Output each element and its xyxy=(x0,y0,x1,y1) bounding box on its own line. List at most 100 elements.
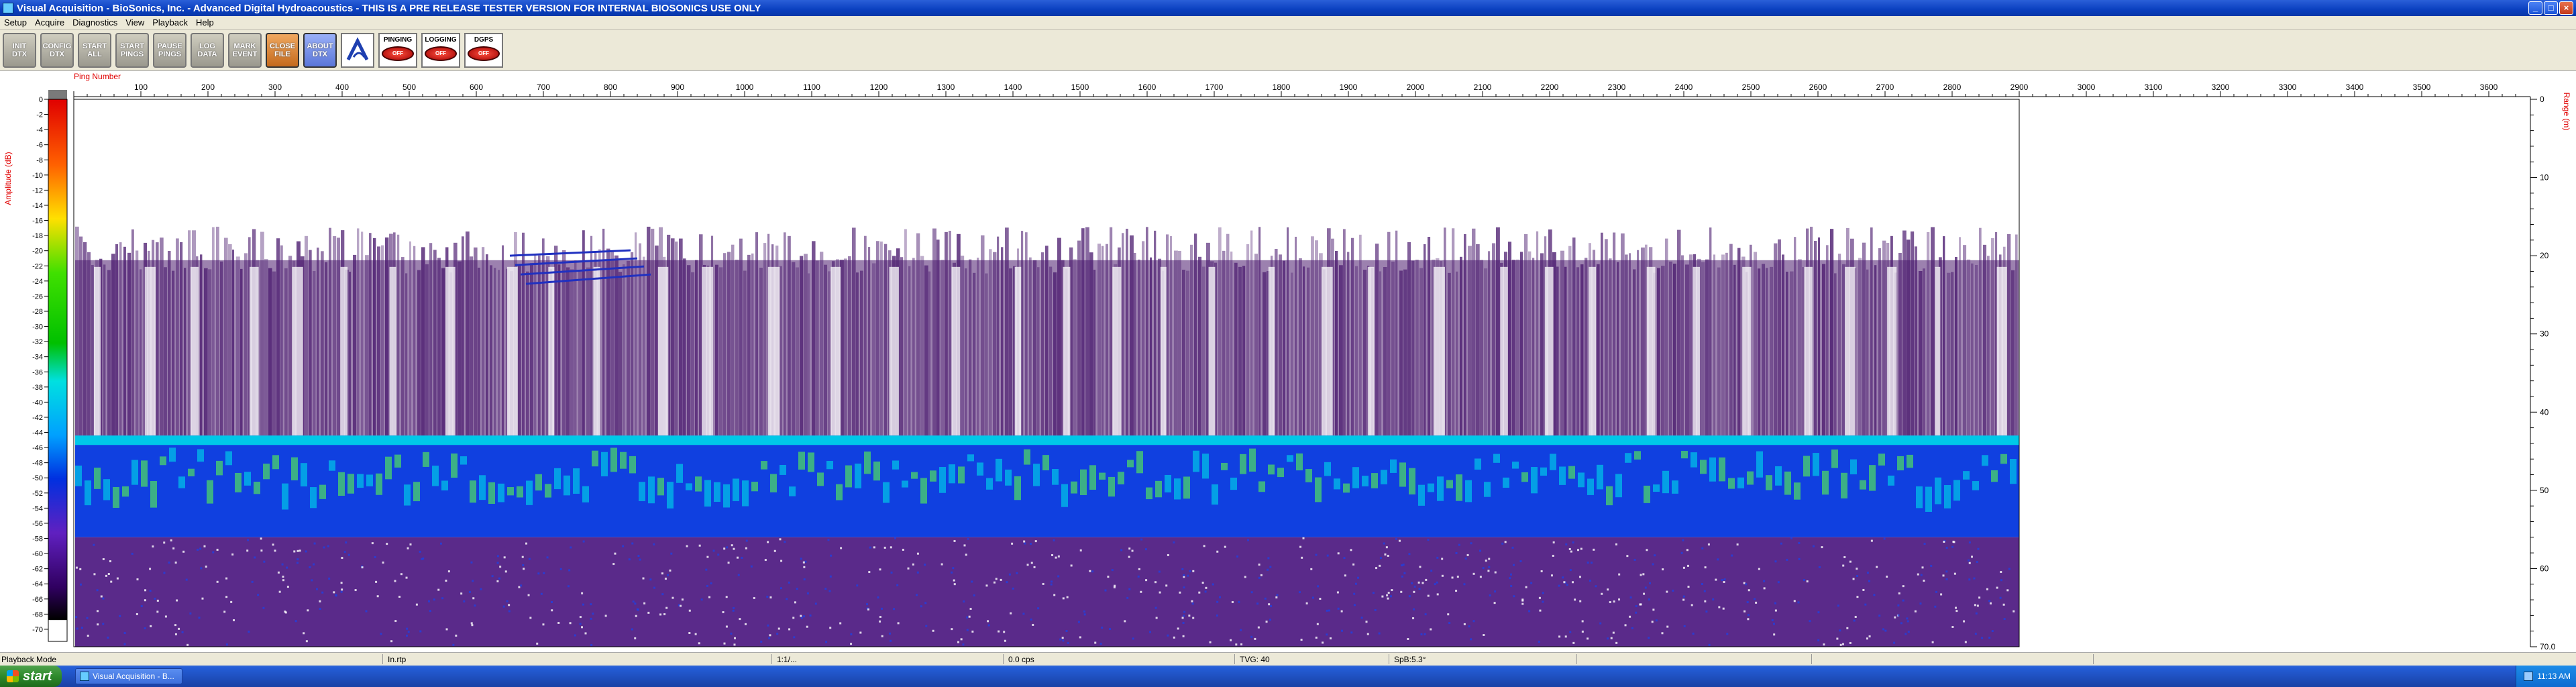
sub-bottom-speckle xyxy=(1412,617,1415,620)
bottom-echo xyxy=(1690,452,1697,468)
sub-bottom-speckle xyxy=(405,634,408,637)
sub-bottom-speckle xyxy=(574,634,576,637)
x-tick-label: 2700 xyxy=(1876,83,1894,92)
plankton-streak xyxy=(2011,270,2015,436)
sub-bottom-speckle xyxy=(1968,562,1971,564)
plankton-streak xyxy=(780,266,782,436)
toolbar-button-mark-event[interactable]: MARK EVENT xyxy=(228,32,262,68)
bottom-echo xyxy=(629,456,636,474)
bottom-echo xyxy=(798,452,805,470)
biosonics-logo-icon[interactable] xyxy=(341,32,374,68)
plankton-gap xyxy=(1646,266,1656,436)
sub-bottom-speckle xyxy=(1682,539,1684,541)
colorbar-tick-label: -62 xyxy=(32,566,43,574)
status-divider xyxy=(2093,654,2094,664)
toolbar-button-config-dtx[interactable]: CONFIG DTX xyxy=(40,32,74,68)
bottom-echo xyxy=(1437,476,1444,501)
toolbar-button-label: DTX xyxy=(12,50,27,58)
sub-bottom-speckle xyxy=(97,623,99,626)
sub-bottom-speckle xyxy=(897,622,900,625)
menu-acquire[interactable]: Acquire xyxy=(31,17,68,28)
toolbar-button-close-file[interactable]: CLOSE FILE xyxy=(266,32,299,68)
sub-bottom-speckle xyxy=(973,594,975,596)
sub-bottom-speckle xyxy=(1434,583,1436,586)
plankton-streak xyxy=(1452,228,1455,436)
sub-bottom-speckle xyxy=(723,547,726,550)
close-button[interactable]: × xyxy=(2559,1,2573,15)
sub-bottom-speckle xyxy=(136,613,138,615)
sub-bottom-speckle xyxy=(604,615,607,617)
sub-bottom-speckle xyxy=(637,609,639,611)
sub-bottom-speckle xyxy=(1155,606,1157,609)
toolbar-button-pause-pings[interactable]: PAUSE PINGS xyxy=(153,32,186,68)
bottom-echo xyxy=(1193,450,1199,472)
bottom-echo xyxy=(1512,462,1519,469)
network-icon[interactable] xyxy=(2524,672,2534,681)
bottom-echo xyxy=(1052,469,1059,485)
sub-bottom-speckle xyxy=(1165,584,1168,587)
plankton-streak xyxy=(1705,259,1709,436)
sub-bottom-speckle xyxy=(1413,590,1415,593)
maximize-button[interactable]: □ xyxy=(2544,1,2558,15)
sub-bottom-speckle xyxy=(856,584,859,587)
sub-bottom-speckle xyxy=(1023,540,1026,543)
sub-bottom-speckle xyxy=(1920,574,1923,576)
plankton-streak xyxy=(1822,264,1826,436)
bottom-layer xyxy=(75,435,2019,537)
sub-bottom-speckle xyxy=(1470,542,1472,545)
sub-bottom-speckle xyxy=(1034,540,1037,543)
menu-diagnostics[interactable]: Diagnostics xyxy=(68,17,121,28)
toolbar-button-log-data[interactable]: LOG DATA xyxy=(191,32,224,68)
sub-bottom-speckle xyxy=(1360,617,1363,619)
range-tick-label: 60 xyxy=(2540,564,2549,573)
sub-bottom-speckle xyxy=(1705,610,1708,613)
sub-bottom-speckle xyxy=(1652,609,1655,611)
plankton-streak xyxy=(276,238,280,436)
plankton-streak xyxy=(1540,253,1544,436)
sub-bottom-speckle xyxy=(1635,605,1638,608)
menu-setup[interactable]: Setup xyxy=(0,17,31,28)
sub-bottom-speckle xyxy=(1868,635,1871,638)
plankton-streak xyxy=(1717,267,1721,436)
menu-help[interactable]: Help xyxy=(192,17,218,28)
toolbar-button-start-all[interactable]: START ALL xyxy=(78,32,111,68)
status-indicator-label: PINGING xyxy=(383,36,413,44)
plankton-streak xyxy=(1001,247,1004,436)
plankton-streak xyxy=(719,267,723,436)
toolbar-button-start-pings[interactable]: START PINGS xyxy=(115,32,149,68)
sub-bottom-speckle xyxy=(828,590,831,592)
toolbar-button-about-dtx[interactable]: ABOUT DTX xyxy=(303,32,337,68)
sub-bottom-speckle xyxy=(1407,637,1409,640)
bottom-echo xyxy=(347,474,354,494)
toolbar-button-label: ABOUT xyxy=(307,42,333,50)
sub-bottom-speckle xyxy=(869,546,871,549)
x-tick-label: 1600 xyxy=(1138,83,1157,92)
taskbar-app-button[interactable]: Visual Acquisition - B... xyxy=(75,668,182,684)
sub-bottom-speckle xyxy=(1302,537,1305,539)
plankton-streak xyxy=(631,252,634,436)
menu-playback[interactable]: Playback xyxy=(148,17,192,28)
bottom-echo xyxy=(451,453,458,478)
sub-bottom-speckle xyxy=(1579,600,1582,602)
sub-bottom-speckle xyxy=(365,610,368,613)
sub-bottom-speckle xyxy=(1238,600,1240,603)
sub-bottom-speckle xyxy=(109,560,112,563)
sub-bottom-speckle xyxy=(1722,607,1725,610)
echogram-chart[interactable]: 0-2-4-6-8-10-12-14-16-18-20-22-24-26-28-… xyxy=(0,71,2576,652)
sub-bottom-speckle xyxy=(445,579,447,582)
sub-bottom-speckle xyxy=(1424,613,1427,616)
echogram-area[interactable]: 0 -2 -4 -6 -8 -10 -12 -14 -16 -18 -20 -22 -24 -26 -28-… xyxy=(0,71,2576,652)
sub-bottom-speckle xyxy=(197,548,199,551)
menu-view[interactable]: View xyxy=(121,17,148,28)
sub-bottom-speckle xyxy=(131,552,133,555)
sub-bottom-speckle xyxy=(1935,590,1938,593)
start-button[interactable]: start xyxy=(0,666,62,687)
plankton-streak xyxy=(1830,229,1834,436)
sub-bottom-speckle xyxy=(1853,619,1856,622)
sub-bottom-speckle xyxy=(1513,595,1515,598)
sub-bottom-speckle xyxy=(1159,591,1161,594)
toolbar-button-init-dtx[interactable]: INIT DTX xyxy=(3,32,36,68)
sub-bottom-speckle xyxy=(809,614,812,617)
sub-bottom-speckle xyxy=(1057,555,1060,558)
minimize-button[interactable]: _ xyxy=(2528,1,2542,15)
